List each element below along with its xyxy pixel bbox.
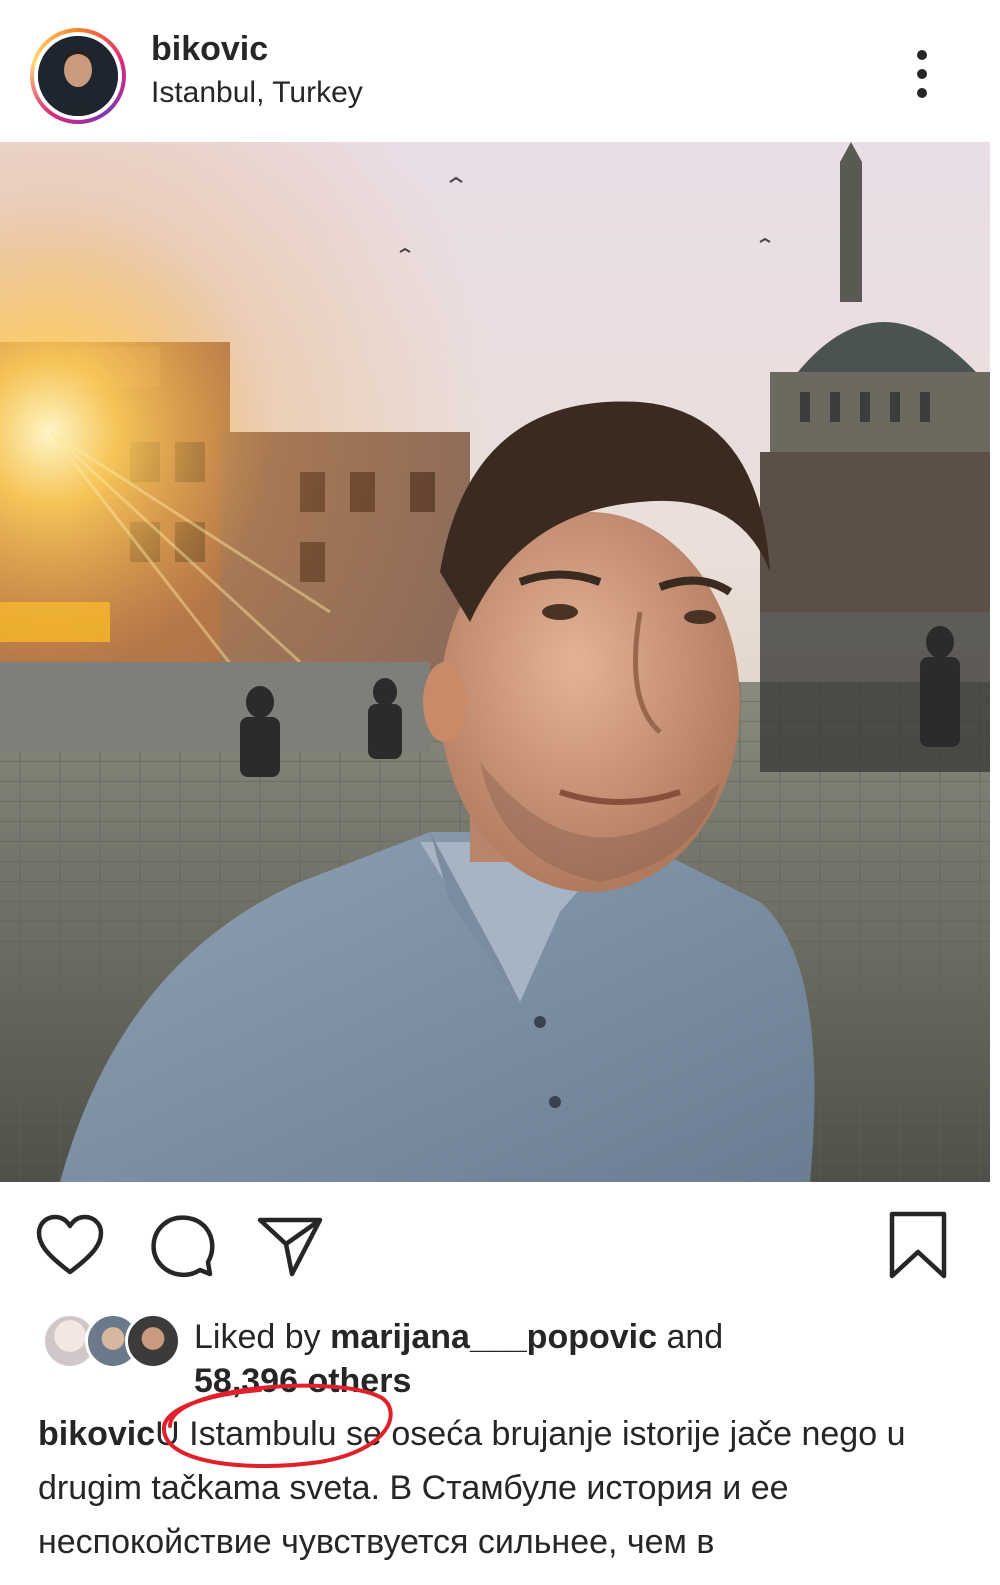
likes-others-count[interactable]: 58,396 others [194,1362,411,1400]
likes-prefix: Liked by [194,1318,331,1356]
heart-icon[interactable] [36,1214,104,1276]
story-ring[interactable] [30,28,126,124]
likes-row: Liked by marijana___popovic and 58,396 o… [0,1305,1000,1405]
post-location[interactable]: Istanbul, Turkey [151,76,363,110]
post-photo[interactable] [0,142,990,1182]
avatar-face-icon [38,36,118,116]
caption-highlighted-text: U Istambulu [155,1415,337,1453]
post-username[interactable]: bikovic [151,30,268,69]
avatar[interactable] [38,36,118,116]
liker-avatar[interactable] [125,1313,181,1369]
comment-icon[interactable] [148,1212,216,1280]
post-header: bikovic Istanbul, Turkey [0,0,1000,142]
post-caption: bikovicU Istambulu se oseća brujanje ist… [38,1407,938,1569]
more-vertical-icon[interactable] [905,46,941,102]
post-actions-bar [0,1182,1000,1302]
bookmark-icon[interactable] [888,1210,948,1280]
selfie-image [0,142,990,1182]
likes-summary[interactable]: Liked by marijana___popovic and 58,396 o… [194,1315,954,1403]
paper-plane-icon[interactable] [256,1214,324,1278]
likes-middle: and [657,1318,724,1356]
liker-username[interactable]: marijana___popovic [330,1318,657,1356]
caption-username[interactable]: bikovic [38,1415,155,1453]
avatar-border [34,32,122,120]
